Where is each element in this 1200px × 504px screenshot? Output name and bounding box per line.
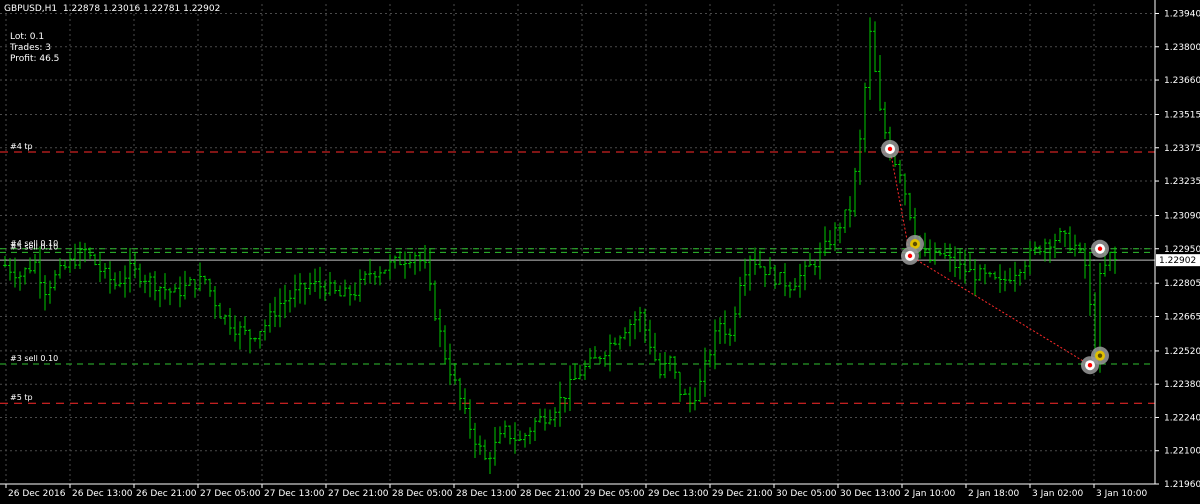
time-tick-label: 26 Dec 13:00 <box>72 489 133 499</box>
time-tick-label: 29 Dec 21:00 <box>712 489 773 499</box>
price-tick-label: 1.23800 <box>1164 43 1200 53</box>
price-tick-label: 1.23940 <box>1164 10 1200 20</box>
trade-marker-core <box>887 146 893 152</box>
price-tick-label: 1.23375 <box>1164 144 1200 154</box>
price-tick-label: 1.22520 <box>1164 347 1200 357</box>
info-lot: Lot: 0.1 <box>10 32 45 42</box>
price-tick-label: 1.22100 <box>1164 447 1200 457</box>
order-line-label: #3 sell 0.10 <box>10 354 58 363</box>
time-tick-label: 2 Jan 10:00 <box>904 489 956 499</box>
price-tick-label: 1.23090 <box>1164 211 1200 221</box>
bid-price-label: 1.22902 <box>1159 256 1196 266</box>
time-tick-label: 2 Jan 18:00 <box>968 489 1020 499</box>
price-chart[interactable]: #4 tp#4 sell 0.10#5 tp#3 sell 0.10#5 sel… <box>0 0 1200 500</box>
price-tick-label: 1.22665 <box>1164 312 1200 322</box>
order-line-label: #5 sell 0.10 <box>10 242 58 251</box>
order-line-label: #4 tp <box>10 142 33 151</box>
time-tick-label: 3 Jan 10:00 <box>1096 489 1148 499</box>
price-tick-label: 1.22950 <box>1164 245 1200 255</box>
trade-marker-core <box>1087 362 1093 368</box>
trade-marker-core <box>907 253 913 259</box>
time-tick-label: 29 Dec 05:00 <box>584 489 645 499</box>
trade-marker-core <box>1097 246 1103 251</box>
time-tick-label: 26 Dec 21:00 <box>136 489 197 499</box>
order-line-label: #5 tp <box>10 393 33 402</box>
time-tick-label: 30 Dec 13:00 <box>840 489 901 499</box>
trade-marker-core <box>1097 353 1103 358</box>
price-tick-label: 1.22240 <box>1164 413 1200 423</box>
time-tick-label: 27 Dec 13:00 <box>264 489 325 499</box>
chart-area[interactable]: #4 tp #4 sell 0.10 #5 tp #3 sell 0.10 #5 sel… <box>0 0 1200 500</box>
time-tick-label: 3 Jan 02:00 <box>1032 489 1084 499</box>
time-tick-label: 29 Dec 13:00 <box>648 489 709 499</box>
price-tick-label: 1.23660 <box>1164 76 1200 86</box>
info-profit: Profit: 46.5 <box>10 54 60 64</box>
info-trades: Trades: 3 <box>10 43 51 53</box>
price-tick-label: 1.21960 <box>1164 480 1200 490</box>
price-tick-label: 1.22805 <box>1164 279 1200 289</box>
price-tick-label: 1.23515 <box>1164 110 1200 120</box>
time-tick-label: 30 Dec 05:00 <box>776 489 837 499</box>
time-tick-label: 28 Dec 05:00 <box>392 489 453 499</box>
price-tick-label: 1.22380 <box>1164 380 1200 390</box>
price-tick-label: 1.23235 <box>1164 177 1200 187</box>
trade-marker-core <box>912 241 918 247</box>
time-tick-label: 26 Dec 2016 <box>8 489 66 499</box>
time-tick-label: 28 Dec 21:00 <box>520 489 581 499</box>
time-tick-label: 28 Dec 13:00 <box>456 489 517 499</box>
time-tick-label: 27 Dec 21:00 <box>328 489 389 499</box>
symbol-header: GBPUSD,H1 1.22878 1.23016 1.22781 1.2290… <box>4 4 221 14</box>
time-tick-label: 27 Dec 05:00 <box>200 489 261 499</box>
